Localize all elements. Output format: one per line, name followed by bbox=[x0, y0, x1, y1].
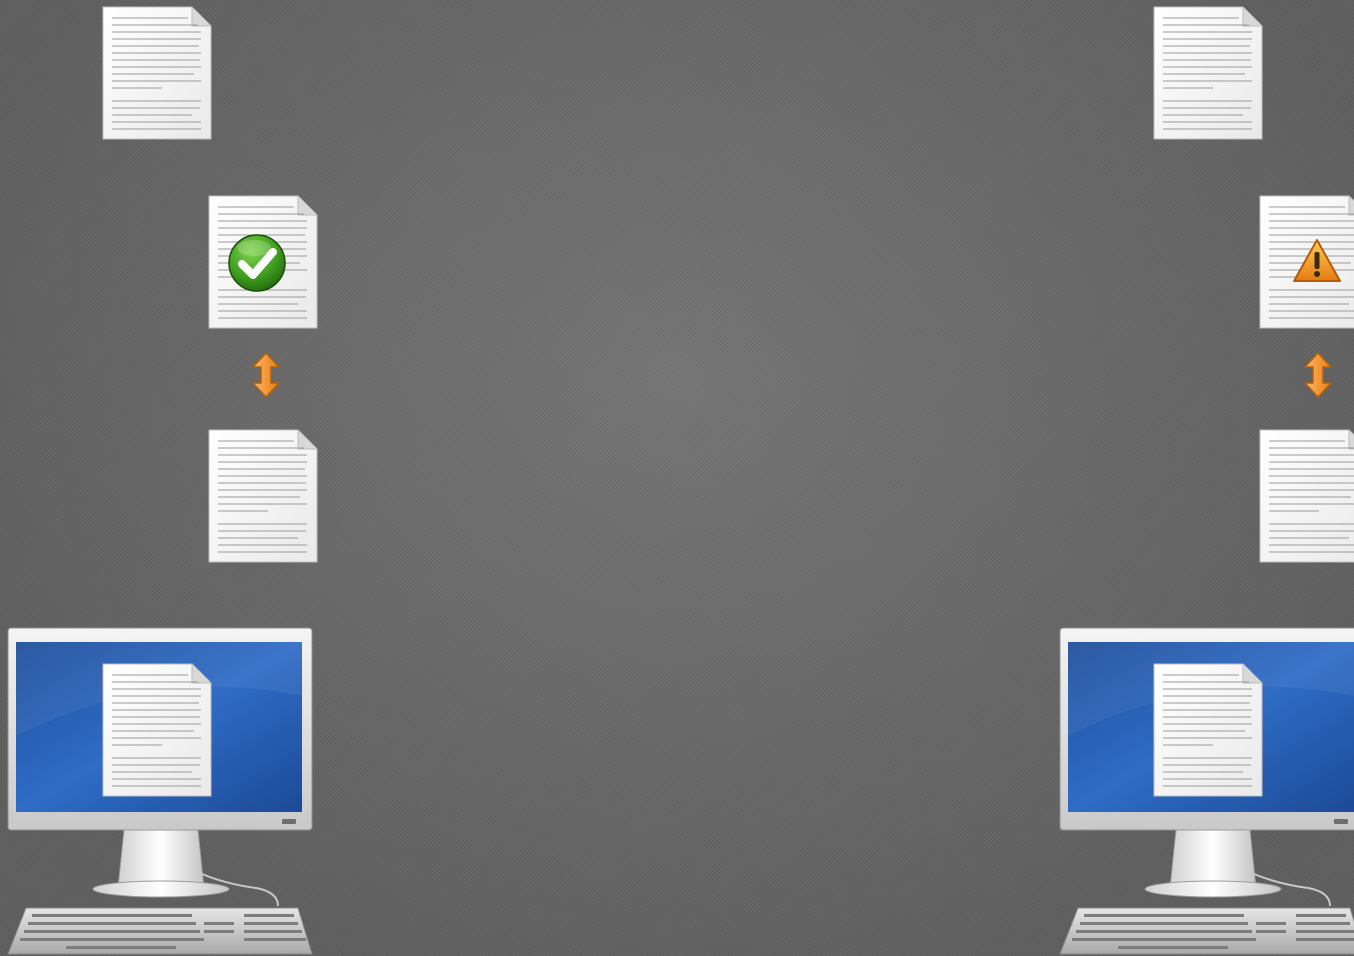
left-sync-group bbox=[0, 0, 340, 956]
warning-icon bbox=[1292, 238, 1342, 284]
document-icon[interactable] bbox=[208, 429, 318, 563]
document-icon[interactable] bbox=[102, 663, 212, 797]
computer-icon bbox=[6, 626, 316, 956]
document-icon[interactable] bbox=[102, 6, 212, 140]
document-icon[interactable] bbox=[1153, 663, 1263, 797]
right-sync-group bbox=[1052, 0, 1354, 956]
up-down-arrow-icon bbox=[1303, 352, 1333, 398]
computer-icon bbox=[1058, 626, 1354, 956]
up-down-arrow-icon bbox=[251, 352, 281, 398]
document-icon[interactable] bbox=[1153, 6, 1263, 140]
check-icon bbox=[227, 233, 287, 293]
document-icon[interactable] bbox=[1259, 429, 1354, 563]
